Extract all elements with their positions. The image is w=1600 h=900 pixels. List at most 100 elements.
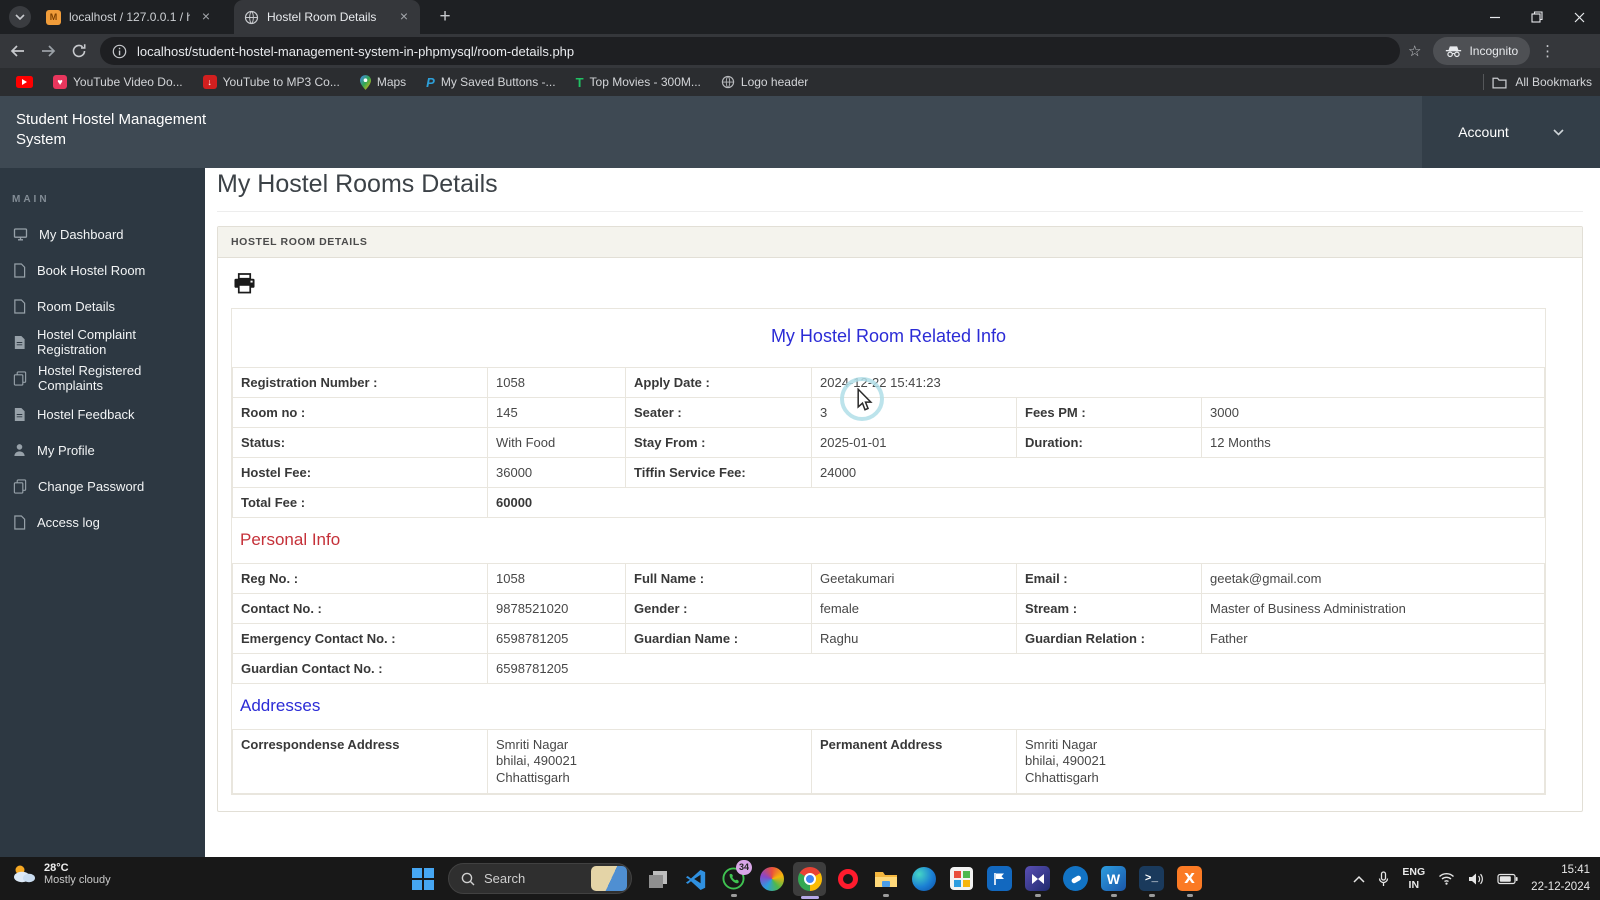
edge-app[interactable] [907,859,940,899]
bookmark-item[interactable]: ♥ YouTube Video Do... [43,70,193,94]
tab-close-icon[interactable]: × [396,9,412,25]
sidebar-item-my-dashboard[interactable]: My Dashboard [0,216,205,252]
browser-menu-icon[interactable]: ⋮ [1540,42,1555,60]
search-icon [461,872,475,885]
bookmark-star-icon[interactable]: ☆ [1408,42,1421,60]
photos-app[interactable] [755,859,788,899]
field-label: Room no : [232,397,488,428]
hidden-icons-chevron[interactable] [1353,875,1365,883]
field-value: 3 [811,397,1017,428]
microsoft-store-icon [950,867,973,890]
vscode-app[interactable] [679,859,712,899]
bookmark-item[interactable]: P My Saved Buttons -... [416,70,565,94]
microsoft-store-app[interactable] [945,859,978,899]
all-bookmarks-button[interactable]: All Bookmarks [1515,75,1592,89]
microphone-icon[interactable] [1378,870,1389,887]
field-value: Smriti Nagar bhilai, 490021 Chhattisgarh [1016,729,1545,794]
bookmark-youtube[interactable] [6,70,43,94]
tab-search-button[interactable] [9,6,31,28]
search-highlight-image [591,866,627,891]
field-value: 3000 [1201,397,1545,428]
account-menu[interactable]: Account [1422,96,1600,168]
sidebar-item-access-log[interactable]: Access log [0,504,205,540]
tab-close-icon[interactable]: × [198,9,214,25]
chrome-icon [797,866,822,891]
taskbar: 28°C Mostly cloudy Search 34 W >_ ꓫ ENG … [0,857,1600,900]
address-bar[interactable]: localhost/student-hostel-management-syst… [100,37,1400,65]
chevron-down-icon [1553,128,1564,136]
media-app[interactable] [1021,859,1054,899]
field-value: 24000 [811,457,1545,488]
xampp-icon: ꓫ [1177,866,1202,891]
sidebar-item-book-hostel-room[interactable]: Book Hostel Room [0,252,205,288]
sidebar-section-label: MAIN [12,194,50,205]
browser-tab-active[interactable]: Hostel Room Details × [234,0,420,34]
page-title: My Hostel Rooms Details [217,170,498,198]
bookmark-label: YouTube Video Do... [73,75,183,89]
xampp-app[interactable]: ꓫ [1173,859,1206,899]
start-button[interactable] [406,859,439,899]
field-label: Gender : [625,593,812,624]
sidebar-item-my-profile[interactable]: My Profile [0,432,205,468]
volume-icon[interactable] [1468,872,1484,886]
bookmark-item[interactable]: Maps [350,70,416,94]
sidebar-item-label: Hostel Complaint Registration [37,327,136,357]
table-row: Emergency Contact No. : 6598781205 Guard… [232,623,1545,654]
task-view-button[interactable] [641,859,674,899]
reload-button[interactable] [65,37,93,65]
globe-favicon [244,10,259,24]
tab-title: localhost / 127.0.0.1 / hostel | p [69,10,190,24]
terminal-app[interactable]: >_ [1135,859,1168,899]
word-app[interactable]: W [1097,859,1130,899]
field-value: 1058 [487,563,626,594]
minimize-button[interactable] [1474,0,1516,34]
bookmark-item[interactable]: T Top Movies - 300M... [566,70,711,94]
field-label: Apply Date : [625,367,812,398]
sidebar-item-hostel-complaint-registration[interactable]: Hostel Complaint Registration [0,324,205,360]
room-info-heading: My Hostel Room Related Info [770,326,1007,346]
table-row: Contact No. : 9878521020 Gender : female… [232,593,1545,624]
close-button[interactable] [1558,0,1600,34]
whatsapp-app[interactable]: 34 [717,859,752,899]
table-row: Total Fee : 60000 [232,487,1545,518]
account-label: Account [1458,124,1509,140]
file-explorer-app[interactable] [869,859,902,899]
divider [1483,74,1485,90]
field-value: 145 [487,397,626,428]
sidebar-item-room-details[interactable]: Room Details [0,288,205,324]
browser-app-icon [1063,866,1088,891]
bookmark-item[interactable]: Logo header [711,70,818,94]
site-info-icon[interactable] [112,44,127,59]
field-label: Guardian Name : [625,623,812,654]
language-indicator[interactable]: ENG IN [1402,866,1425,891]
terminal-icon: >_ [1139,866,1164,891]
new-tab-button[interactable]: + [432,4,458,30]
forward-button[interactable] [34,37,62,65]
back-button[interactable] [3,37,31,65]
field-value: Master of Business Administration [1201,593,1545,624]
browser-tab-phpmyadmin[interactable]: M localhost / 127.0.0.1 / hostel | p × [36,0,222,34]
flag-app[interactable] [983,859,1016,899]
opera-app[interactable] [831,859,864,899]
field-label: Fees PM : [1016,397,1202,428]
sidebar-item-hostel-feedback[interactable]: Hostel Feedback [0,396,205,432]
field-label: Seater : [625,397,812,428]
wifi-icon[interactable] [1438,872,1455,885]
clock[interactable]: 15:41 22-12-2024 [1531,862,1590,895]
browser-app[interactable] [1059,859,1092,899]
field-label: Duration: [1016,427,1202,458]
sidebar-item-change-password[interactable]: Change Password [0,468,205,504]
print-button[interactable] [233,273,256,299]
sidebar-item-hostel-registered-complaints[interactable]: Hostel Registered Complaints [0,360,205,396]
bookmark-label: My Saved Buttons -... [440,75,556,89]
file-icon [14,262,26,278]
chrome-app[interactable] [793,861,826,899]
field-label: Contact No. : [232,593,488,624]
field-label: Registration Number : [232,367,488,398]
field-label: Guardian Relation : [1016,623,1202,654]
weather-widget[interactable]: 28°C Mostly cloudy [10,862,111,886]
battery-icon[interactable] [1497,873,1518,885]
taskbar-search[interactable]: Search [448,863,632,894]
restore-button[interactable] [1516,0,1558,34]
bookmark-item[interactable]: ↓ YouTube to MP3 Co... [193,70,350,94]
